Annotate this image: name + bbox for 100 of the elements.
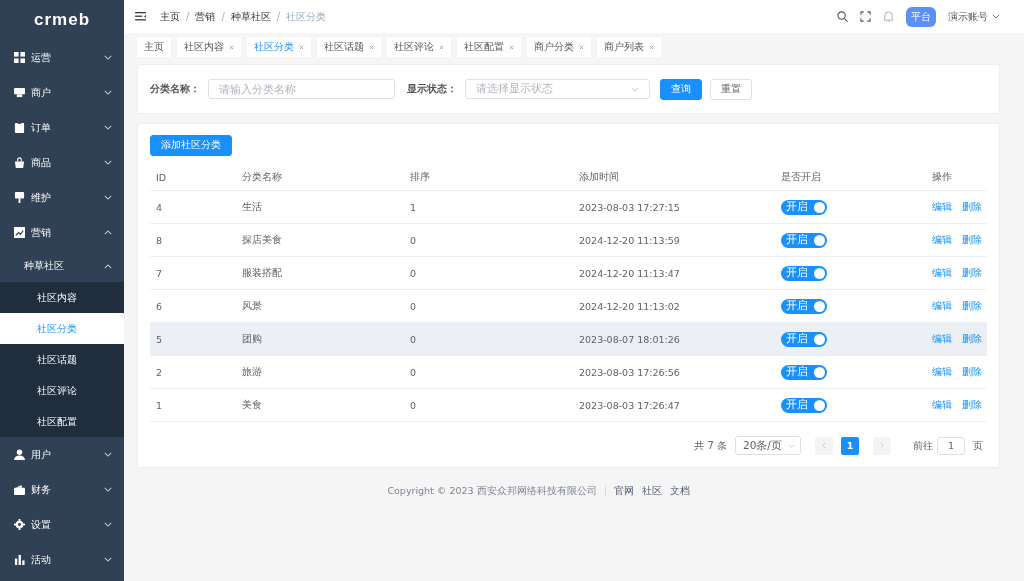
sidebar-item[interactable]: 设置 (0, 507, 124, 542)
sidebar-item[interactable]: 社区评论 (0, 375, 124, 406)
bag-icon (14, 157, 25, 168)
name-input[interactable]: 请输入分类名称 (208, 79, 395, 99)
chevron-icon (788, 443, 795, 448)
page-unit: 页 (973, 438, 983, 453)
reset-button[interactable]: 重置 (710, 78, 752, 100)
sidebar-item[interactable]: 种草社区 (0, 250, 124, 282)
sidebar-item[interactable]: 运营 (0, 40, 124, 75)
breadcrumb-item[interactable]: 营销 (195, 9, 216, 24)
sidebar-item[interactable]: 用户 (0, 437, 124, 472)
logo: crmeb (33, 9, 91, 31)
table-cell-text: 美食 (241, 398, 263, 412)
page-tab[interactable]: 商户列表 (597, 37, 661, 57)
page-input[interactable]: 1 (937, 436, 965, 455)
bars-icon (14, 554, 25, 565)
chevron-icon (104, 557, 112, 562)
column-header: 操作 (931, 170, 953, 184)
table-cell-text: 2024-12-20 11:13:02 (578, 300, 681, 312)
table-cell-text: 2 (155, 366, 164, 378)
sidebar-item[interactable]: 营销 (0, 215, 124, 250)
chevron-left-icon (822, 442, 826, 449)
copyright-text: Copyright © 2023 西安众邦网络科技有限公司 (387, 485, 597, 498)
breadcrumb-separator: / (186, 11, 190, 22)
breadcrumb-separator: / (221, 11, 225, 22)
column-header: 是否开启 (780, 170, 822, 184)
sidebar-item[interactable]: 社区配置 (0, 406, 124, 437)
close-icon[interactable] (439, 44, 444, 50)
chevron-icon (104, 125, 112, 130)
table-cell-text: 2023-08-03 17:27:15 (578, 201, 681, 213)
field-label: 分类名称： (150, 82, 200, 96)
chevron-icon (104, 90, 112, 95)
close-icon[interactable] (649, 44, 654, 50)
table-cell-text: 0 (409, 234, 418, 246)
table-cell-text: 0 (409, 333, 418, 345)
table-cell-text: 0 (409, 267, 418, 279)
page-tab[interactable]: 社区内容 (177, 37, 241, 57)
close-icon[interactable] (369, 44, 374, 50)
page-tab[interactable]: 社区评论 (387, 37, 451, 57)
chevron-icon (104, 487, 112, 492)
table-cell-text: 8 (155, 234, 164, 246)
sidebar-item[interactable]: 社区内容 (0, 282, 124, 313)
page-tab[interactable]: 主页 (137, 37, 171, 57)
field-label: 显示状态： (407, 82, 457, 96)
shop-icon (14, 87, 25, 98)
chevron-icon (104, 230, 112, 235)
sidebar-item[interactable]: 社区话题 (0, 344, 124, 375)
table-cell-text: 2024-12-20 11:13:59 (578, 234, 681, 246)
total-count: 共 7 条 (694, 438, 727, 453)
page-size-select[interactable]: 20条/页 (735, 436, 801, 455)
chevron-icon (992, 14, 1000, 19)
table-cell-text: 2024-12-20 11:13:47 (578, 267, 681, 279)
page-tab[interactable]: 商户分类 (527, 37, 591, 57)
sidebar-item[interactable]: 财务 (0, 472, 124, 507)
page-tab[interactable]: 社区配置 (457, 37, 521, 57)
table-cell-text: 2023-08-03 17:26:47 (578, 399, 681, 411)
table-cell-text: 6 (155, 300, 164, 312)
chevron-icon (104, 55, 112, 60)
close-icon[interactable] (509, 44, 514, 50)
tool-icon (14, 192, 25, 203)
footer-link[interactable]: 官网 (613, 485, 634, 498)
chevron-icon (104, 195, 112, 200)
table-cell-text: 探店美食 (241, 233, 283, 247)
column-header: 分类名称 (241, 170, 283, 184)
footer-link[interactable]: 社区 (641, 485, 662, 498)
table-cell-text: 旅游 (241, 365, 263, 379)
sidebar-item[interactable]: 商户 (0, 75, 124, 110)
account-menu[interactable]: 演示账号 (948, 9, 988, 24)
page-tab[interactable]: 社区话题 (317, 37, 381, 57)
breadcrumb-item[interactable]: 主页 (160, 9, 180, 24)
close-icon[interactable] (299, 44, 304, 50)
sidebar-item[interactable]: 维护 (0, 180, 124, 215)
column-header: 添加时间 (578, 170, 620, 184)
bell-icon[interactable] (883, 11, 894, 22)
close-icon[interactable] (579, 44, 584, 50)
table-cell-text: 2023-08-07 18:01:26 (578, 333, 681, 345)
table-cell-text: 0 (409, 399, 418, 411)
chevron-right-icon (880, 442, 884, 449)
breadcrumb-item[interactable]: 种草社区 (230, 9, 271, 24)
sidebar-item[interactable]: 活动 (0, 542, 124, 577)
grid-icon (14, 52, 25, 63)
chevron-icon (104, 452, 112, 457)
chevron-icon (631, 86, 639, 92)
close-icon[interactable] (229, 44, 234, 50)
sidebar-item[interactable]: 商品 (0, 145, 124, 180)
table-cell-text: 1 (409, 201, 418, 213)
wallet-icon (14, 484, 25, 495)
chevron-icon (104, 263, 112, 269)
table-cell-text: 1 (155, 399, 164, 411)
fullscreen-icon[interactable] (860, 11, 871, 22)
table-cell-text: 0 (409, 300, 418, 312)
menu-icon[interactable] (135, 12, 146, 21)
search-icon[interactable] (837, 11, 848, 22)
sidebar-item[interactable]: 订单 (0, 110, 124, 145)
table-cell-text: 2023-08-03 17:26:56 (578, 366, 681, 378)
footer-link[interactable]: 文档 (669, 485, 690, 498)
chevron-icon (104, 160, 112, 165)
role-badge: 平台 (906, 6, 936, 27)
table-cell-text: 风景 (241, 299, 263, 313)
breadcrumb-separator: / (276, 11, 281, 22)
